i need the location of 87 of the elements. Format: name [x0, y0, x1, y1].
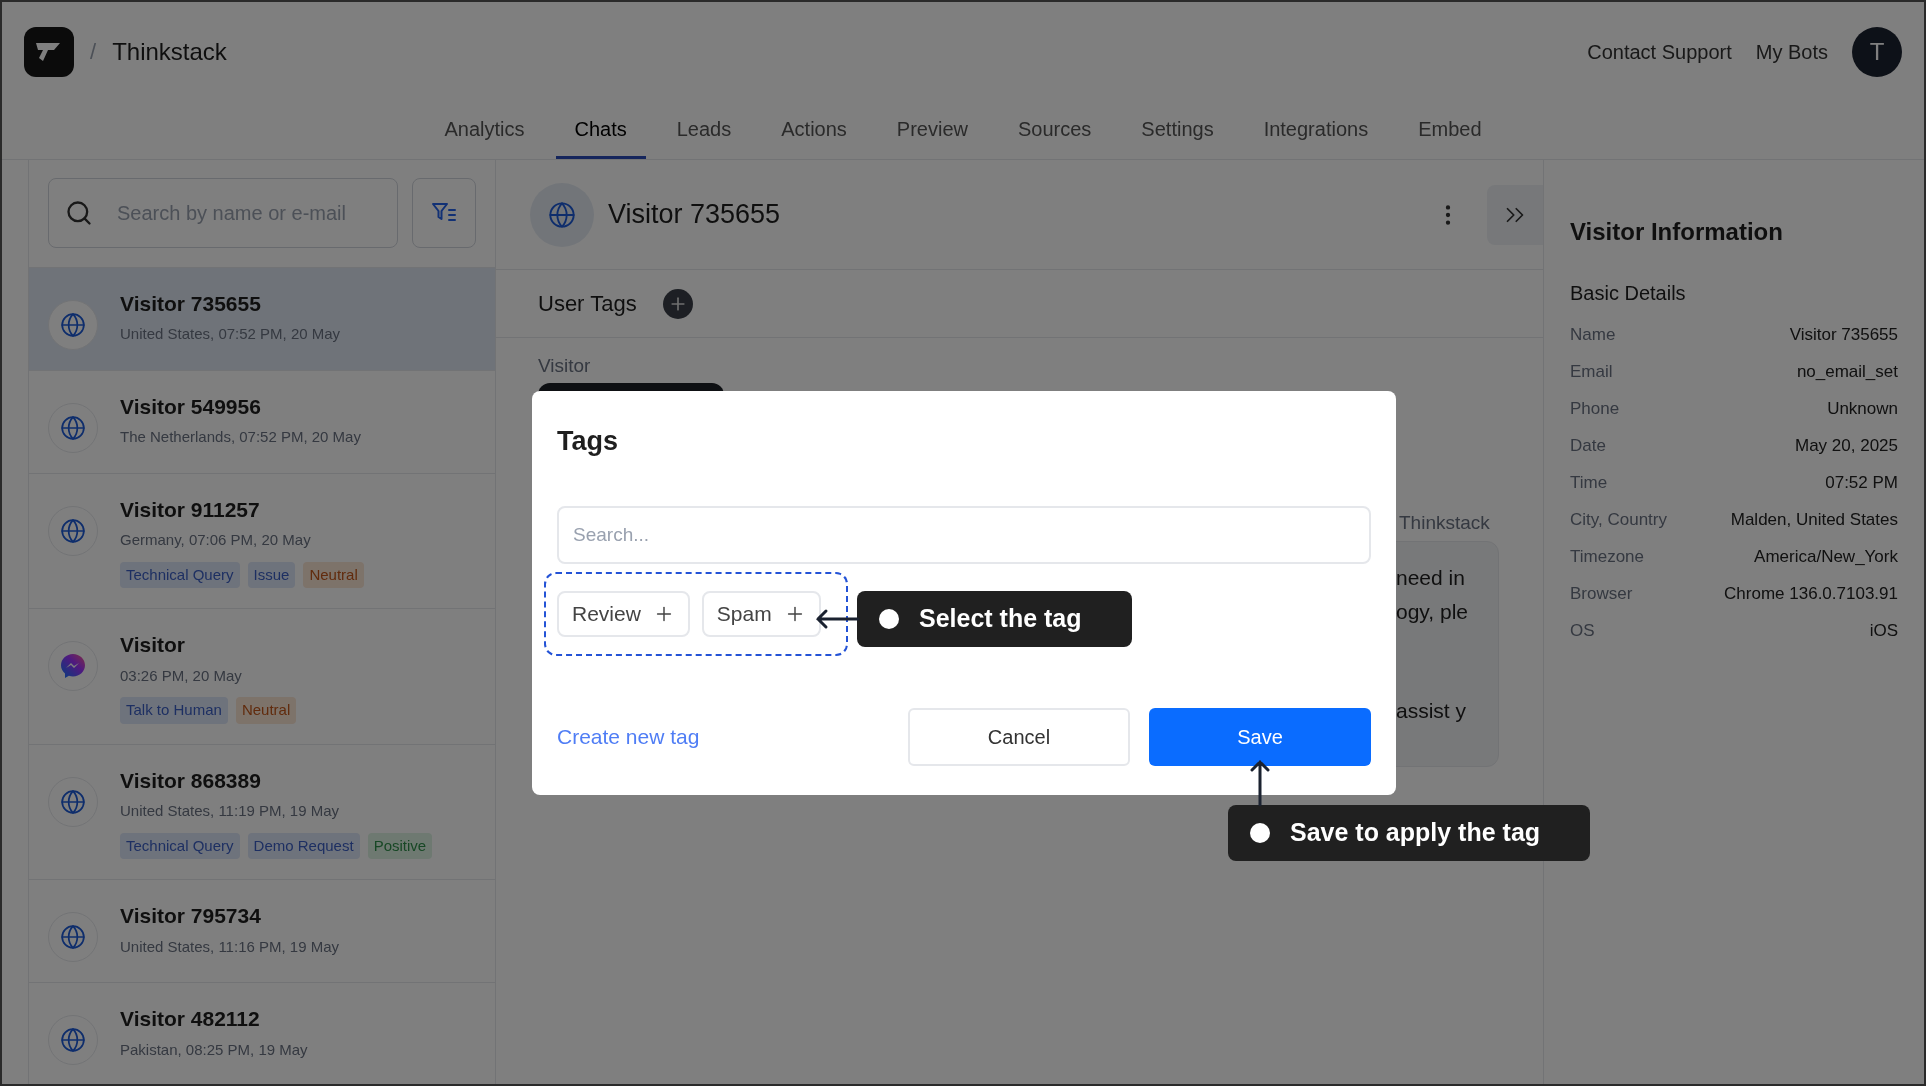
- chat-tag: Technical Query: [120, 561, 240, 588]
- chat-meta: United States, 11:16 PM, 19 May: [120, 936, 339, 957]
- header-link[interactable]: Contact Support: [1587, 36, 1732, 67]
- nav-tab[interactable]: Leads: [657, 101, 751, 159]
- panel-title: Visitor Information: [1570, 217, 1784, 247]
- chat-meta: Germany, 07:06 PM, 20 May: [120, 530, 312, 550]
- chat-bubble-icon: [60, 653, 86, 679]
- bot-label: Thinkstack: [1399, 510, 1491, 535]
- visitor-name: Visitor 911257: [120, 496, 261, 523]
- nav-tab[interactable]: Analytics: [425, 101, 544, 159]
- nav-tab[interactable]: Embed: [1399, 101, 1501, 159]
- globe-icon: [548, 200, 576, 229]
- callout-text: Select the tag: [919, 603, 1082, 635]
- visitor-name: Visitor 868389: [120, 767, 262, 794]
- message-text: assist y: [1396, 698, 1467, 724]
- chat-tag: Issue: [247, 561, 296, 588]
- globe-icon: [60, 311, 86, 338]
- field-label: OS: [1570, 619, 1595, 642]
- chat-meta: The Netherlands, 07:52 PM, 20 May: [120, 427, 361, 447]
- sender-label: Visitor: [538, 354, 592, 378]
- message-text: need in: [1396, 565, 1466, 591]
- nav-tab[interactable]: Actions: [762, 101, 866, 159]
- field-value: May 20, 2025: [1795, 434, 1898, 457]
- dialog-title: Tags: [557, 425, 619, 458]
- nav-tab[interactable]: Preview: [877, 101, 987, 159]
- cancel-button[interactable]: Cancel: [908, 707, 1130, 766]
- field-label: Timezone: [1570, 545, 1644, 568]
- chat-tag: Neutral: [235, 697, 297, 724]
- chat-tag: Demo Request: [247, 832, 360, 859]
- field-label: Time: [1570, 471, 1608, 494]
- filter-button[interactable]: [412, 178, 476, 249]
- pointer-arrow: [1250, 759, 1270, 806]
- add-tag-button[interactable]: [662, 288, 693, 319]
- chat-list-item[interactable]: Visitor 735655 United States, 07:52 PM, 20 May: [29, 267, 495, 371]
- create-tag-link[interactable]: Create new tag: [557, 720, 700, 753]
- chat-meta: Pakistan, 08:25 PM, 19 May: [120, 1039, 308, 1060]
- field-label: Email: [1570, 360, 1613, 383]
- conversation-title: Visitor 735655: [608, 198, 781, 232]
- field-value: 07:52 PM: [1825, 471, 1898, 494]
- workspace-name[interactable]: Thinkstack: [112, 33, 227, 70]
- globe-icon: [60, 1027, 86, 1053]
- nav-tab[interactable]: Integrations: [1244, 101, 1388, 159]
- field-label: City, Country: [1570, 508, 1667, 531]
- user-tags-label: User Tags: [538, 290, 637, 318]
- field-label: Date: [1570, 434, 1606, 457]
- chat-meta: 03:26 PM, 20 May: [120, 665, 243, 686]
- field-value: iOS: [1869, 619, 1898, 642]
- logo[interactable]: [24, 26, 74, 77]
- field-label: Browser: [1570, 582, 1633, 605]
- visitor-name: Visitor 735655: [120, 290, 262, 317]
- nav-tab[interactable]: Settings: [1122, 101, 1233, 159]
- save-button[interactable]: Save: [1149, 707, 1371, 766]
- user-avatar[interactable]: T: [1852, 26, 1902, 77]
- pointer-arrow: [815, 609, 860, 629]
- chat-tag: Talk to Human: [120, 697, 228, 724]
- field-value: Unknown: [1827, 397, 1898, 420]
- search-icon: [65, 199, 93, 228]
- field-value: Chrome 136.0.7103.91: [1724, 582, 1898, 605]
- tag-option[interactable]: Review: [557, 590, 690, 637]
- visitor-name: Visitor 482112: [120, 1006, 261, 1032]
- visitor-name: Visitor: [120, 632, 186, 658]
- field-label: Name: [1570, 323, 1616, 346]
- section-title: Basic Details: [1570, 281, 1687, 306]
- field-value: America/New_York: [1754, 545, 1898, 568]
- field-value: Visitor 735655: [1789, 323, 1898, 346]
- chat-meta: United States, 07:52 PM, 20 May: [120, 324, 341, 344]
- message-text: ogy, ple: [1396, 598, 1469, 625]
- nav-tab[interactable]: Chats: [555, 101, 646, 159]
- chat-tag: Neutral: [303, 561, 364, 588]
- field-value: Malden, United States: [1730, 508, 1898, 531]
- visitor-name: Visitor 795734: [120, 903, 262, 929]
- globe-icon: [60, 924, 86, 950]
- chat-tag: Positive: [367, 832, 433, 859]
- tag-option[interactable]: Spam: [701, 590, 821, 637]
- callout-text: Save to apply the tag: [1290, 817, 1541, 849]
- globe-icon: [60, 517, 86, 544]
- header-link[interactable]: My Bots: [1755, 36, 1828, 67]
- chat-meta: United States, 11:19 PM, 19 May: [120, 801, 340, 821]
- field-label: Phone: [1570, 397, 1620, 420]
- visitor-name: Visitor 549956: [120, 393, 262, 420]
- globe-icon: [60, 788, 86, 815]
- field-value: no_email_set: [1796, 360, 1898, 383]
- globe-icon: [60, 414, 86, 441]
- breadcrumb-separator: /: [90, 38, 97, 67]
- tag-search-field[interactable]: Search...: [557, 505, 1371, 564]
- chat-tag: Technical Query: [120, 832, 240, 859]
- nav-tab[interactable]: Sources: [999, 101, 1111, 159]
